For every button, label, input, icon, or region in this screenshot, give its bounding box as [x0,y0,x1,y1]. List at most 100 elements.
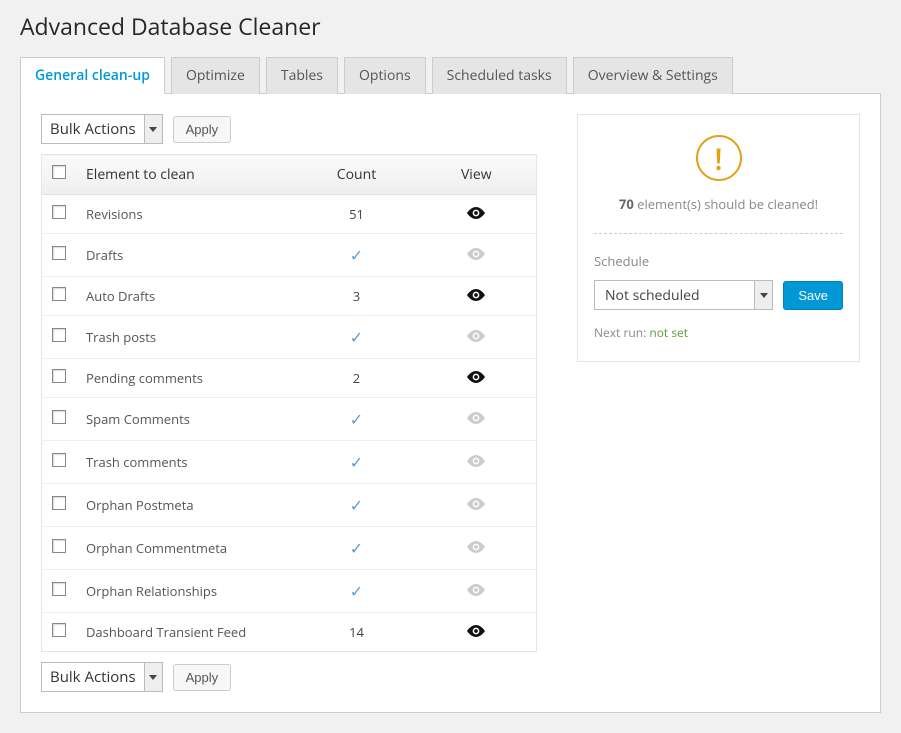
checkbox-icon [52,410,66,424]
apply-button-bottom[interactable]: Apply [173,664,232,691]
tab-options[interactable]: Options [344,57,426,94]
row-view [417,398,537,441]
select-all-header[interactable] [42,155,77,195]
table-row: Orphan Postmeta ✓ [42,484,537,527]
checkbox-icon [52,496,66,510]
page-title: Advanced Database Cleaner [20,10,881,42]
schedule-label: Schedule [594,252,843,270]
checkbox-icon [52,165,66,179]
bulk-select-bottom[interactable]: Bulk Actions [41,662,163,692]
apply-button-top[interactable]: Apply [173,116,232,143]
row-label: Spam Comments [76,398,297,441]
eye-icon [467,623,485,641]
bulk-select-top-label: Bulk Actions [42,119,144,139]
row-count: 14 [297,613,417,652]
next-run-value: not set [649,324,688,341]
table-row: Revisions51 [42,195,537,234]
row-checkbox[interactable] [42,277,77,316]
eye-icon [467,582,485,600]
bulk-select-top[interactable]: Bulk Actions [41,114,163,144]
tab-scheduled-tasks[interactable]: Scheduled tasks [432,57,567,94]
row-view[interactable] [417,359,537,398]
header-view[interactable]: View [417,155,537,195]
header-count[interactable]: Count [297,155,417,195]
checkbox-icon [52,369,66,383]
chevron-down-icon [754,281,772,309]
row-view[interactable] [417,613,537,652]
row-label: Drafts [76,234,297,277]
row-count: ✓ [297,398,417,441]
row-checkbox[interactable] [42,398,77,441]
table-row: Trash posts✓ [42,316,537,359]
table-row: Orphan Relationships ✓ [42,570,537,613]
row-label: Orphan Commentmeta [76,527,297,570]
save-button[interactable]: Save [783,281,843,310]
schedule-select-label: Not scheduled [595,286,710,305]
bulk-select-bottom-label: Bulk Actions [42,667,144,687]
checkbox-icon [52,205,66,219]
row-count: ✓ [297,441,417,484]
main-panel: Bulk Actions Apply Element to clean Coun… [20,94,881,713]
check-icon: ✓ [350,494,363,516]
check-icon: ✓ [350,408,363,430]
checkbox-icon [52,539,66,553]
row-count: ✓ [297,316,417,359]
check-icon: ✓ [350,451,363,473]
warning-icon: ! [696,135,742,181]
row-label: Pending comments [76,359,297,398]
check-icon: ✓ [350,580,363,602]
row-label: Dashboard Transient Feed [76,613,297,652]
eye-icon [467,496,485,514]
tab-optimize[interactable]: Optimize [171,57,260,94]
bulk-actions-bottom: Bulk Actions Apply [41,662,537,692]
row-label: Auto Drafts [76,277,297,316]
table-row: Pending comments2 [42,359,537,398]
row-view [417,484,537,527]
eye-icon [467,539,485,557]
row-view[interactable] [417,195,537,234]
check-icon: ✓ [350,326,363,348]
row-label: Orphan Relationships [76,570,297,613]
row-view[interactable] [417,277,537,316]
tab-tables[interactable]: Tables [266,57,338,94]
check-icon: ✓ [350,244,363,266]
checkbox-icon [52,582,66,596]
row-view [417,234,537,277]
row-checkbox[interactable] [42,441,77,484]
table-row: Trash comments ✓ [42,441,537,484]
check-icon: ✓ [350,537,363,559]
row-checkbox[interactable] [42,195,77,234]
row-count: 2 [297,359,417,398]
row-count: 3 [297,277,417,316]
row-count: ✓ [297,570,417,613]
info-text: 70 element(s) should be cleaned! [594,195,843,213]
row-checkbox[interactable] [42,527,77,570]
tab-general-clean-up[interactable]: General clean-up [20,57,165,94]
bulk-actions-top: Bulk Actions Apply [41,114,537,144]
clean-table: Element to clean Count View Revisions51D… [41,154,537,652]
row-label: Revisions [76,195,297,234]
tab-overview-settings[interactable]: Overview & Settings [573,57,733,94]
schedule-select[interactable]: Not scheduled [594,280,773,310]
row-checkbox[interactable] [42,234,77,277]
row-view [417,316,537,359]
row-checkbox[interactable] [42,613,77,652]
row-label: Orphan Postmeta [76,484,297,527]
table-row: Spam Comments ✓ [42,398,537,441]
row-checkbox[interactable] [42,359,77,398]
eye-icon [467,328,485,346]
row-checkbox[interactable] [42,484,77,527]
checkbox-icon [52,328,66,342]
chevron-down-icon [144,115,162,143]
table-row: Drafts ✓ [42,234,537,277]
eye-icon [467,453,485,471]
checkbox-icon [52,623,66,637]
row-checkbox[interactable] [42,570,77,613]
header-element[interactable]: Element to clean [76,155,297,195]
row-label: Trash comments [76,441,297,484]
left-column: Bulk Actions Apply Element to clean Coun… [41,114,537,692]
row-checkbox[interactable] [42,316,77,359]
eye-icon [467,410,485,428]
table-row: Dashboard Transient Feed14 [42,613,537,652]
eye-icon [467,287,485,305]
